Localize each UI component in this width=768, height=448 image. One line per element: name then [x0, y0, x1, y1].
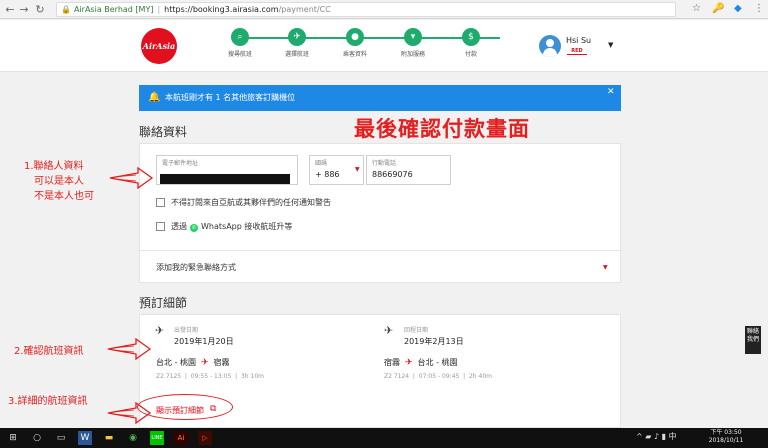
- airasia-logo[interactable]: AirAsia: [141, 28, 177, 64]
- search-icon[interactable]: ○: [30, 431, 44, 445]
- chevron-down-icon[interactable]: ▼: [608, 41, 613, 49]
- windows-start-icon[interactable]: ⊞: [6, 431, 20, 445]
- return-plane-icon: ✈: [384, 324, 394, 337]
- return-date: 2019年2月13日: [404, 337, 464, 346]
- browser-toolbar: ← → ↻ 🔒 AirAsia Berhad [MY] | https://booki…: [0, 0, 768, 19]
- step-select-flight: ✈ 選擇航班: [267, 28, 327, 58]
- chrome-icon[interactable]: ◉: [126, 431, 140, 445]
- whatsapp-label: 透過 ✆ WhatsApp 接收航班升等: [171, 222, 293, 232]
- country-code-select[interactable]: 國碼 + 886 ▼: [309, 155, 364, 185]
- chevron-down-icon: ▼: [355, 166, 360, 173]
- email-redacted: [160, 174, 290, 184]
- departure-plane-icon: ✈: [155, 324, 165, 337]
- annotation-1-line1: 1.聯絡人資料: [24, 161, 84, 172]
- illustrator-icon[interactable]: Ai: [174, 431, 188, 445]
- depart-route: 台北 - 桃園 ✈ 宿霧: [156, 358, 230, 368]
- notice-banner: 本航班剛才有 1 名其他旅客訂購機位: [139, 85, 621, 111]
- site-org: AirAsia Berhad [MY]: [73, 5, 154, 14]
- refresh-icon[interactable]: ↻: [34, 3, 46, 16]
- url-path: /payment/CC: [278, 5, 331, 14]
- step-search: ⌕ 搜尋航班: [210, 28, 270, 58]
- no-notify-checkbox[interactable]: [156, 198, 165, 207]
- phone-field[interactable]: 行動電話 88669076: [366, 155, 451, 185]
- person-icon: ●: [346, 28, 364, 46]
- divider: [140, 250, 620, 251]
- chevron-down-icon[interactable]: ▼: [603, 264, 608, 271]
- search-icon: ⌕: [231, 28, 249, 46]
- return-flight-info: Z2 7124 | 07:05 - 09:45 | 2h 40m: [384, 373, 492, 380]
- annotation-3: 3.詳細的航班資訊: [8, 396, 88, 407]
- contact-title: 聯絡資料: [139, 125, 188, 139]
- close-icon[interactable]: ✕: [607, 87, 615, 97]
- task-view-icon[interactable]: ▭: [54, 431, 68, 445]
- step-payment: $ 付款: [441, 28, 501, 58]
- star-icon[interactable]: ☆: [692, 3, 701, 14]
- extension-icon[interactable]: 🔑: [712, 3, 724, 14]
- annotation-2: 2.確認航班資訊: [14, 346, 84, 357]
- annotation-1-line3: 不是本人也可: [34, 191, 94, 202]
- menu-icon[interactable]: ⋮: [754, 3, 764, 14]
- avatar[interactable]: [539, 35, 561, 57]
- return-label: 回程日期: [404, 327, 429, 334]
- annotation-arrow-2: [107, 338, 152, 360]
- back-icon[interactable]: ←: [4, 3, 16, 16]
- taskbar-clock[interactable]: 下午 03:50 2018/10/11: [700, 429, 752, 445]
- whatsapp-checkbox[interactable]: [156, 222, 165, 231]
- system-tray[interactable]: ^ ▰ ♪ ▮ 中: [636, 431, 677, 442]
- depart-label: 出發日期: [174, 327, 199, 334]
- no-notify-label: 不得訂閱來自亞航或其夥伴們的任何通知警告: [171, 198, 331, 207]
- word-icon[interactable]: W: [78, 431, 92, 445]
- depart-flight-info: Z2 7125 | 09:55 - 13:05 | 3h 10m: [156, 373, 264, 380]
- plane-icon: ✈: [288, 28, 306, 46]
- step-addons: ▾ 附加服務: [383, 28, 443, 58]
- file-explorer-icon[interactable]: ▬: [102, 431, 116, 445]
- return-route: 宿霧 ✈ 台北 - 桃園: [384, 358, 458, 368]
- plane-icon: ✈: [200, 358, 209, 368]
- user-tier-badge: RED: [567, 48, 587, 55]
- annotation-title: 最後確認付款畫面: [354, 117, 530, 141]
- add-emergency-contact[interactable]: 添加我的緊急聯絡方式: [156, 262, 236, 273]
- address-bar[interactable]: 🔒 AirAsia Berhad [MY] | https://booking3.ai…: [56, 2, 676, 17]
- contact-us-tab[interactable]: 聯絡我們: [745, 326, 761, 354]
- annotation-arrow-1: [109, 167, 154, 189]
- line-icon[interactable]: LINE: [150, 431, 164, 445]
- user-name[interactable]: Hsi Su: [566, 36, 591, 45]
- plane-icon: ✈: [405, 358, 413, 368]
- url-host: https://booking3.airasia.com: [164, 5, 279, 14]
- dollar-icon: $: [462, 28, 480, 46]
- step-passenger: ● 乘客資料: [325, 28, 385, 58]
- annotation-1-line2: 可以是本人: [34, 176, 84, 187]
- lock-icon: 🔒: [61, 5, 71, 14]
- annotation-arrow-3: [107, 402, 152, 424]
- depart-date: 2019年1月20日: [174, 337, 234, 346]
- app-icon[interactable]: ▷: [198, 431, 212, 445]
- whatsapp-icon: ✆: [190, 224, 198, 232]
- booking-title: 預訂細節: [139, 296, 188, 310]
- cart-icon: ▾: [404, 28, 422, 46]
- extension2-icon[interactable]: ◆: [734, 3, 742, 14]
- forward-icon[interactable]: →: [18, 3, 30, 16]
- bell-icon: 🔔: [148, 92, 161, 103]
